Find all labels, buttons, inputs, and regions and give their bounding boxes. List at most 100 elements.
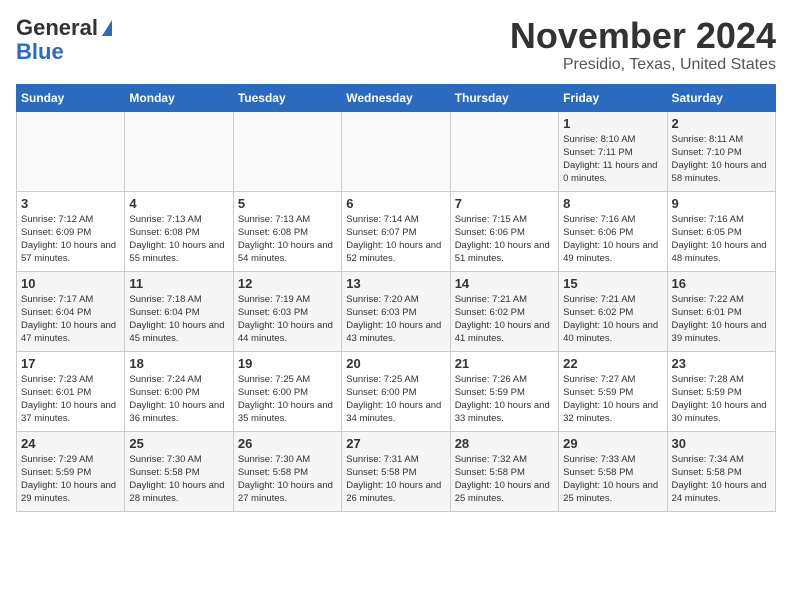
day-info: Sunrise: 7:15 AM Sunset: 6:06 PM Dayligh… (455, 213, 554, 266)
logo-icon (102, 20, 112, 36)
calendar-cell: 3 Sunrise: 7:12 AM Sunset: 6:09 PM Daylig… (17, 191, 125, 271)
calendar-week-row: 3 Sunrise: 7:12 AM Sunset: 6:09 PM Daylig… (17, 191, 776, 271)
calendar-cell: 1Sunrise: 8:10 AM Sunset: 7:11 PM Daylig… (559, 111, 667, 191)
calendar-cell: 5 Sunrise: 7:13 AM Sunset: 6:08 PM Daylig… (233, 191, 341, 271)
calendar-week-row: 10Sunrise: 7:17 AM Sunset: 6:04 PM Dayli… (17, 271, 776, 351)
day-info: Sunrise: 8:11 AM Sunset: 7:10 PM Dayligh… (672, 133, 771, 186)
logo-blue-text: Blue (16, 40, 64, 64)
calendar-week-row: 24Sunrise: 7:29 AM Sunset: 5:59 PM Dayli… (17, 431, 776, 511)
day-number: 17 (21, 356, 120, 371)
day-info: Sunrise: 7:31 AM Sunset: 5:58 PM Dayligh… (346, 453, 445, 506)
day-info: Sunrise: 7:19 AM Sunset: 6:03 PM Dayligh… (238, 293, 337, 346)
day-info: Sunrise: 7:30 AM Sunset: 5:58 PM Dayligh… (238, 453, 337, 506)
calendar-cell (342, 111, 450, 191)
day-info: Sunrise: 8:10 AM Sunset: 7:11 PM Dayligh… (563, 133, 662, 186)
calendar-cell: 25 Sunrise: 7:30 AM Sunset: 5:58 PM Dayli… (125, 431, 233, 511)
day-number: 3 (21, 196, 120, 211)
day-info: Sunrise: 7:24 AM Sunset: 6:00 PM Dayligh… (129, 373, 228, 426)
calendar-cell: 4 Sunrise: 7:13 AM Sunset: 6:08 PM Daylig… (125, 191, 233, 271)
calendar-cell: 30Sunrise: 7:34 AM Sunset: 5:58 PM Dayli… (667, 431, 775, 511)
day-number: 26 (238, 436, 337, 451)
calendar-cell: 23 Sunrise: 7:28 AM Sunset: 5:59 PM Dayli… (667, 351, 775, 431)
weekday-header-friday: Friday (559, 84, 667, 111)
day-info: Sunrise: 7:26 AM Sunset: 5:59 PM Dayligh… (455, 373, 554, 426)
day-info: Sunrise: 7:28 AM Sunset: 5:59 PM Dayligh… (672, 373, 771, 426)
day-number: 20 (346, 356, 445, 371)
weekday-header-row: SundayMondayTuesdayWednesdayThursdayFrid… (17, 84, 776, 111)
day-info: Sunrise: 7:29 AM Sunset: 5:59 PM Dayligh… (21, 453, 120, 506)
calendar-cell: 11 Sunrise: 7:18 AM Sunset: 6:04 PM Dayli… (125, 271, 233, 351)
weekday-header-tuesday: Tuesday (233, 84, 341, 111)
weekday-header-thursday: Thursday (450, 84, 558, 111)
calendar-cell: 16 Sunrise: 7:22 AM Sunset: 6:01 PM Dayli… (667, 271, 775, 351)
day-number: 29 (563, 436, 662, 451)
calendar-cell: 27 Sunrise: 7:31 AM Sunset: 5:58 PM Dayli… (342, 431, 450, 511)
calendar-cell: 2 Sunrise: 8:11 AM Sunset: 7:10 PM Daylig… (667, 111, 775, 191)
day-info: Sunrise: 7:18 AM Sunset: 6:04 PM Dayligh… (129, 293, 228, 346)
day-number: 19 (238, 356, 337, 371)
day-number: 10 (21, 276, 120, 291)
calendar-cell: 24Sunrise: 7:29 AM Sunset: 5:59 PM Dayli… (17, 431, 125, 511)
calendar-cell: 7Sunrise: 7:15 AM Sunset: 6:06 PM Daylig… (450, 191, 558, 271)
day-number: 22 (563, 356, 662, 371)
calendar-cell: 13 Sunrise: 7:20 AM Sunset: 6:03 PM Dayli… (342, 271, 450, 351)
day-info: Sunrise: 7:34 AM Sunset: 5:58 PM Dayligh… (672, 453, 771, 506)
calendar-cell: 20 Sunrise: 7:25 AM Sunset: 6:00 PM Dayli… (342, 351, 450, 431)
day-number: 9 (672, 196, 771, 211)
calendar-cell: 15Sunrise: 7:21 AM Sunset: 6:02 PM Dayli… (559, 271, 667, 351)
calendar-cell: 14Sunrise: 7:21 AM Sunset: 6:02 PM Dayli… (450, 271, 558, 351)
calendar-cell: 19Sunrise: 7:25 AM Sunset: 6:00 PM Dayli… (233, 351, 341, 431)
day-number: 8 (563, 196, 662, 211)
day-number: 12 (238, 276, 337, 291)
day-info: Sunrise: 7:13 AM Sunset: 6:08 PM Dayligh… (238, 213, 337, 266)
calendar-cell (125, 111, 233, 191)
logo: General Blue (16, 16, 112, 64)
day-info: Sunrise: 7:33 AM Sunset: 5:58 PM Dayligh… (563, 453, 662, 506)
weekday-header-wednesday: Wednesday (342, 84, 450, 111)
day-info: Sunrise: 7:32 AM Sunset: 5:58 PM Dayligh… (455, 453, 554, 506)
day-info: Sunrise: 7:30 AM Sunset: 5:58 PM Dayligh… (129, 453, 228, 506)
calendar-cell: 18 Sunrise: 7:24 AM Sunset: 6:00 PM Dayli… (125, 351, 233, 431)
day-number: 13 (346, 276, 445, 291)
day-number: 2 (672, 116, 771, 131)
calendar-cell: 26 Sunrise: 7:30 AM Sunset: 5:58 PM Dayli… (233, 431, 341, 511)
calendar-cell: 12 Sunrise: 7:19 AM Sunset: 6:03 PM Dayli… (233, 271, 341, 351)
calendar-cell: 22 Sunrise: 7:27 AM Sunset: 5:59 PM Dayli… (559, 351, 667, 431)
day-number: 16 (672, 276, 771, 291)
day-number: 5 (238, 196, 337, 211)
logo-text: General (16, 16, 112, 40)
month-title: November 2024 (510, 16, 776, 56)
day-info: Sunrise: 7:16 AM Sunset: 6:06 PM Dayligh… (563, 213, 662, 266)
calendar-cell (17, 111, 125, 191)
day-info: Sunrise: 7:22 AM Sunset: 6:01 PM Dayligh… (672, 293, 771, 346)
day-info: Sunrise: 7:21 AM Sunset: 6:02 PM Dayligh… (563, 293, 662, 346)
day-info: Sunrise: 7:13 AM Sunset: 6:08 PM Dayligh… (129, 213, 228, 266)
day-info: Sunrise: 7:12 AM Sunset: 6:09 PM Dayligh… (21, 213, 120, 266)
calendar-cell: 6Sunrise: 7:14 AM Sunset: 6:07 PM Daylig… (342, 191, 450, 271)
day-info: Sunrise: 7:21 AM Sunset: 6:02 PM Dayligh… (455, 293, 554, 346)
day-number: 23 (672, 356, 771, 371)
calendar-cell: 28Sunrise: 7:32 AM Sunset: 5:58 PM Dayli… (450, 431, 558, 511)
title-area: November 2024 Presidio, Texas, United St… (510, 16, 776, 74)
calendar-cell: 21 Sunrise: 7:26 AM Sunset: 5:59 PM Dayli… (450, 351, 558, 431)
day-info: Sunrise: 7:20 AM Sunset: 6:03 PM Dayligh… (346, 293, 445, 346)
location-title: Presidio, Texas, United States (510, 56, 776, 74)
day-number: 4 (129, 196, 228, 211)
day-number: 18 (129, 356, 228, 371)
day-number: 27 (346, 436, 445, 451)
calendar-week-row: 1Sunrise: 8:10 AM Sunset: 7:11 PM Daylig… (17, 111, 776, 191)
header: General Blue November 2024 Presidio, Tex… (16, 16, 776, 74)
calendar-week-row: 17Sunrise: 7:23 AM Sunset: 6:01 PM Dayli… (17, 351, 776, 431)
calendar-cell: 29 Sunrise: 7:33 AM Sunset: 5:58 PM Dayli… (559, 431, 667, 511)
day-info: Sunrise: 7:25 AM Sunset: 6:00 PM Dayligh… (346, 373, 445, 426)
calendar-cell (450, 111, 558, 191)
calendar-cell: 9 Sunrise: 7:16 AM Sunset: 6:05 PM Daylig… (667, 191, 775, 271)
day-number: 25 (129, 436, 228, 451)
day-info: Sunrise: 7:27 AM Sunset: 5:59 PM Dayligh… (563, 373, 662, 426)
day-number: 21 (455, 356, 554, 371)
day-info: Sunrise: 7:16 AM Sunset: 6:05 PM Dayligh… (672, 213, 771, 266)
logo-general-text: General (16, 16, 98, 40)
weekday-header-sunday: Sunday (17, 84, 125, 111)
day-number: 6 (346, 196, 445, 211)
day-number: 11 (129, 276, 228, 291)
